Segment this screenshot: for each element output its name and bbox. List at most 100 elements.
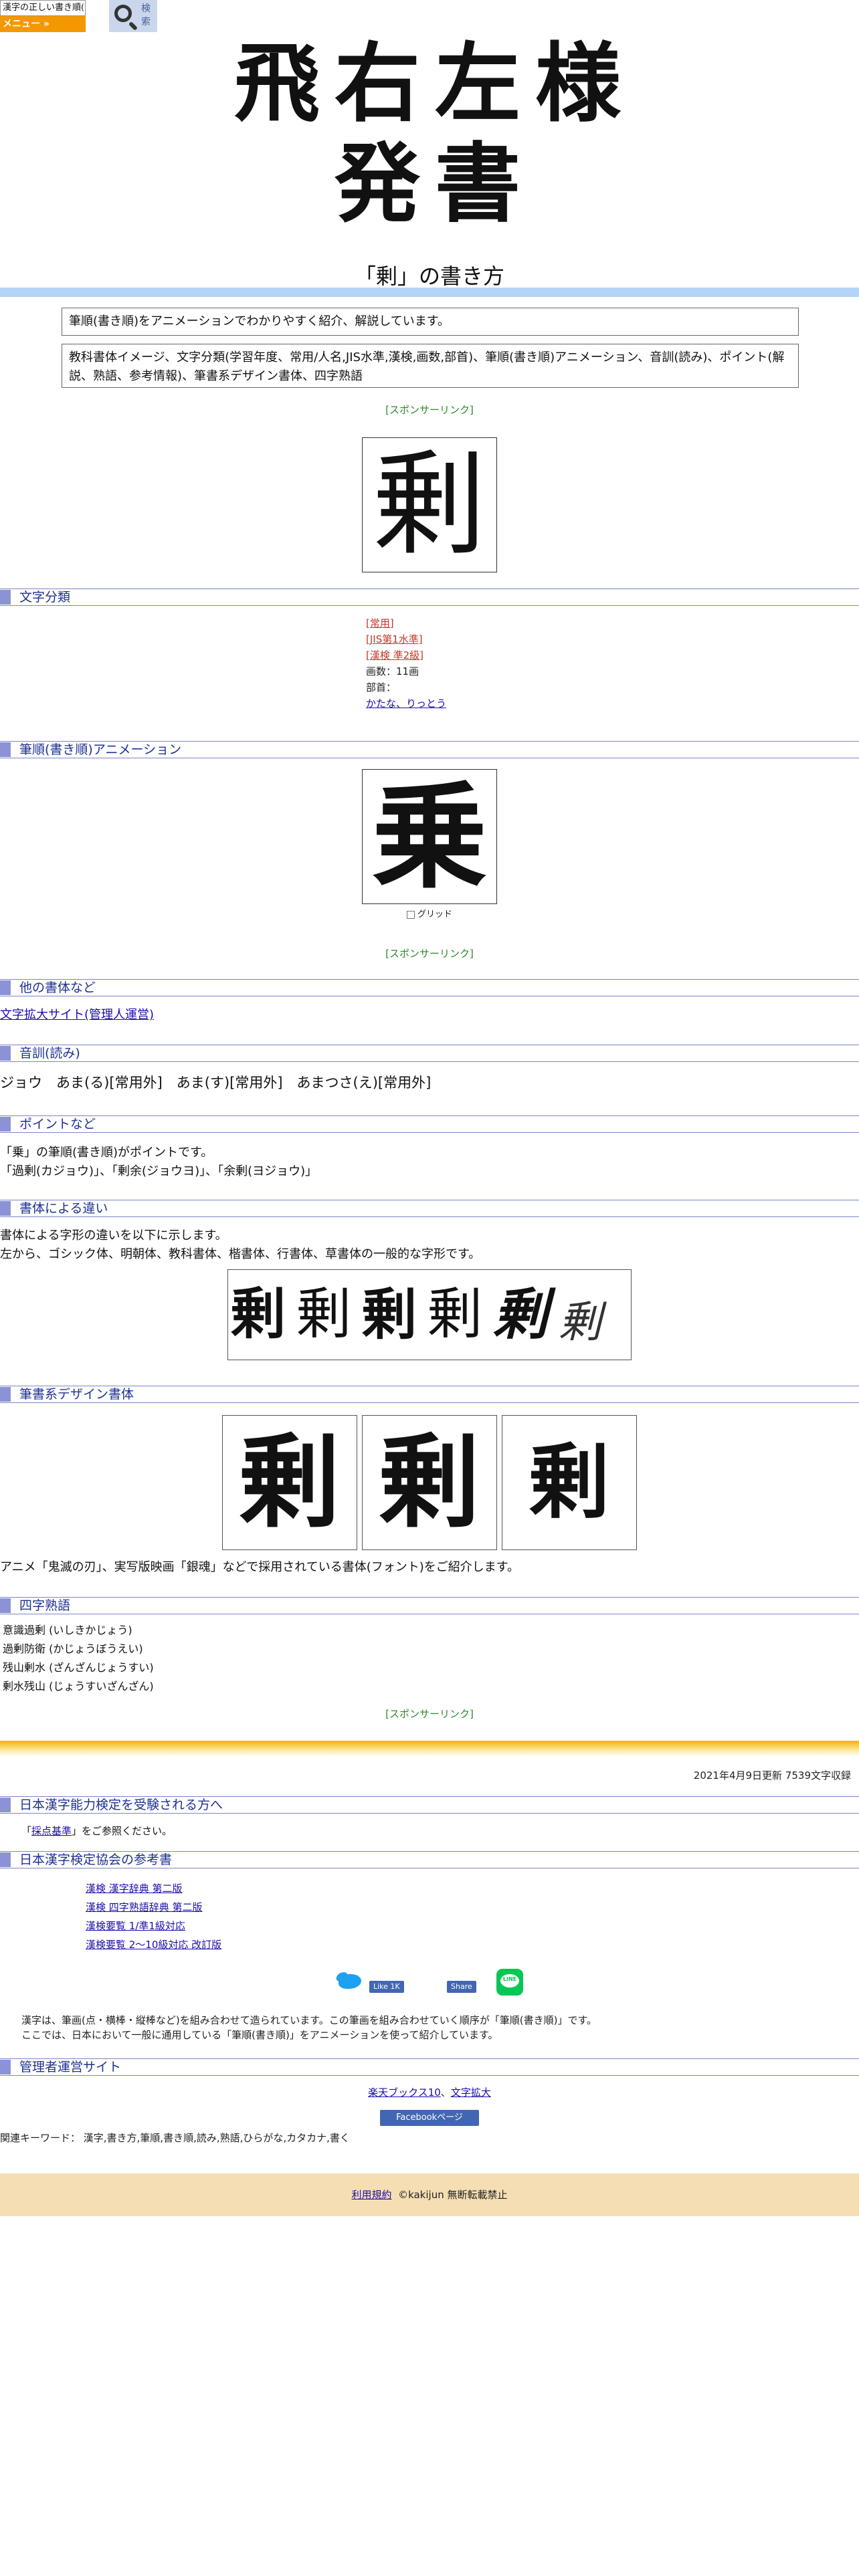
section-marker (0, 1598, 11, 1613)
section-title: 日本漢字能力検定を受験される方へ (19, 1798, 223, 1812)
ref-book-link[interactable]: 漢検要覧 2～10級対応 改訂版 (86, 1939, 221, 1951)
sponsor-label: [スポンサーリンク] (385, 1708, 474, 1720)
section-title: 筆書系デザイン書体 (19, 1387, 134, 1402)
idiom-list: 意識過剰 (いしきかじょう) 過剰防衛 (かじょうぼうえい) 残山剰水 (ざんざ… (3, 1621, 154, 1696)
idiom-item: 意識過剰 (いしきかじょう) (3, 1624, 132, 1636)
design-font-caption: アニメ「鬼滅の刃」、実写版映画「銀魂」などで採用されている書体(フォント)をご紹… (0, 1560, 519, 1574)
grid-label: グリッド (417, 909, 452, 920)
kaisho-sample: 剰 (427, 1283, 483, 1346)
section-title: 文字分類 (19, 590, 71, 605)
section-kanken-takers: 日本漢字能力検定を受験される方へ (0, 1796, 859, 1814)
page-title: 「剰」の書き方 (354, 263, 504, 289)
idiom-item: 残山剰水 (ざんざんじょうすい) (3, 1661, 154, 1674)
section-title: 音訓(読み) (19, 1046, 80, 1061)
facebook-like-button[interactable]: Like 1K (369, 1981, 404, 1993)
explanation: 漢字は、筆画(点・横棒・縦棒など)を組み合わせて造られています。この筆画を組み合… (21, 2013, 838, 2042)
section-title: ポイントなど (19, 1117, 96, 1132)
line-icon[interactable]: LINE (496, 1969, 523, 1996)
title-divider (0, 288, 859, 297)
explanation-line-2: ここでは、日本において一般に通用している「筆順(書き順)」をアニメーションを使っ… (21, 2029, 498, 2041)
section-admin-sites: 管理者運営サイト (0, 2058, 859, 2076)
reference-book-list: 漢検 漢字辞典 第二版 漢検 四字熟語辞典 第二版 漢検要覧 1/準1級対応 漢… (86, 1879, 221, 1954)
joyo-link[interactable]: [常用] (366, 615, 446, 631)
radical-link[interactable]: かたな、りっとう (366, 697, 446, 710)
point-line-1: 「乗」の筆順(書き順)がポイントです。 (0, 1146, 213, 1160)
point-line-2: 「過剰(カジョウ)」、「剰余(ジョウヨ)」、「余剰(ヨジョウ)」 (0, 1164, 318, 1178)
section-marker (0, 1117, 11, 1132)
line-label: LINE (502, 1976, 517, 1982)
textbook-sample: 剰 (362, 1283, 417, 1347)
site-logo[interactable]: 漢字の正しい書き順(筆順) (0, 0, 86, 16)
idiom-item: 剰水残山 (じょうすいざんざん) (3, 1680, 154, 1693)
reading-text: ジョウ あま(る)[常用外] あま(す)[常用外] あまつさ(え)[常用外] (0, 1075, 432, 1091)
section-marker (0, 1852, 11, 1867)
search-button[interactable]: 検索 (109, 0, 157, 32)
rakuten-books-link[interactable]: 楽天ブックス10 (368, 2086, 441, 2099)
gyosho-sample: 剰 (493, 1283, 548, 1347)
explanation-line-1: 漢字は、筆画(点・横棒・縦棒など)を組み合わせて造られています。この筆画を組み合… (21, 2014, 597, 2026)
font-diff-line-1: 書体による字形の違いを以下に示します。 (0, 1228, 227, 1243)
kanken-note: 「採点基準」をご参照ください。 (21, 1825, 173, 1837)
footer-divider (0, 1741, 859, 1757)
search-icon (114, 5, 132, 22)
grid-toggle[interactable]: グリッド (0, 907, 859, 920)
update-info: 2021年4月9日更新 7539文字収録 (693, 1769, 851, 1782)
section-title: 筆順(書き順)アニメーション (19, 742, 182, 757)
zoom-link[interactable]: 文字拡大 (451, 2086, 491, 2099)
radical-label: 部首： (366, 681, 397, 693)
copyright: ©kakijun 無断転載禁止 (398, 2189, 508, 2201)
section-marker (0, 1201, 11, 1216)
intro-summary: 筆順(書き順)をアニメーションでわかりやすく紹介、解説しています。 (62, 308, 799, 336)
stroke-count: 画数：11画 (366, 665, 419, 677)
mincho-sample: 剰 (296, 1283, 352, 1346)
menu-button[interactable]: メニュー » (0, 16, 86, 32)
search-icon-handle (128, 21, 138, 31)
related-keywords: 関連キーワード： 漢字,書き方,筆順,書き順,読み,熟語,ひらがな,カタカナ,書… (0, 2132, 350, 2144)
kanken-link[interactable]: [漢検 準2級] (366, 647, 446, 663)
facebook-page-button[interactable]: Facebookページ (380, 2110, 479, 2126)
classification-list: [常用] [JIS第1水準] [漢検 準2級] 画数：11画 部首： かたな、り… (366, 615, 446, 712)
design-font-1[interactable]: 剰 (222, 1415, 357, 1550)
terms-link[interactable]: 利用規約 (352, 2189, 392, 2201)
font-diff-line-2: 左から、ゴシック体、明朝体、教科書体、楷書体、行書体、草書体の一般的な字形です。 (0, 1247, 481, 1261)
top-bar: 漢字の正しい書き順(筆順) メニュー » 検索 (0, 0, 859, 33)
sosho-sample: 剰 (559, 1298, 601, 1348)
scoring-criteria-link[interactable]: 採点基準 (31, 1825, 72, 1837)
grid-checkbox[interactable] (406, 910, 415, 919)
sponsor-label: [スポンサーリンク] (385, 404, 474, 416)
section-marker (0, 742, 11, 757)
site-title[interactable]: 飛右左様発書 (221, 33, 649, 234)
section-marker (0, 980, 11, 995)
gothic-sample: 剰 (231, 1283, 286, 1346)
section-classification: 文字分類 (0, 588, 859, 606)
section-design-fonts: 筆書系デザイン書体 (0, 1386, 859, 1403)
page-footer: 利用規約 ©kakijun 無断転載禁止 (0, 2173, 859, 2216)
section-marker (0, 1046, 11, 1061)
font-comparison: 剰 剰 剰 剰 剰 剰 (227, 1269, 632, 1360)
section-other-fonts: 他の書体など (0, 979, 859, 996)
admin-links: 楽天ブックス10、文字拡大 (368, 2086, 491, 2099)
section-font-diff: 書体による違い (0, 1200, 859, 1217)
design-font-3[interactable]: 剰 (502, 1415, 637, 1550)
section-marker (0, 1798, 11, 1812)
ref-book-link[interactable]: 漢検要覧 1/準1級対応 (86, 1920, 185, 1932)
textbook-glyph: 剰 (362, 437, 497, 572)
facebook-share-button[interactable]: Share (447, 1981, 476, 1993)
section-title: 四字熟語 (19, 1598, 71, 1613)
section-title: 日本漢字検定協会の参考書 (19, 1852, 173, 1867)
ref-book-link[interactable]: 漢検 漢字辞典 第二版 (86, 1883, 183, 1895)
section-marker (0, 1387, 11, 1402)
idiom-item: 過剰防衛 (かじょうぼうえい) (3, 1642, 143, 1655)
stroke-animation[interactable]: 乗 (362, 769, 497, 904)
section-idioms: 四字熟語 (0, 1597, 859, 1614)
section-points: ポイントなど (0, 1115, 859, 1133)
search-label: 検索 (141, 3, 151, 27)
section-title: 書体による違い (19, 1201, 108, 1216)
jis-link[interactable]: [JIS第1水準] (366, 631, 446, 647)
intro-contents: 教科書体イメージ、文字分類(学習年度、常用/人名,JIS水準,漢検,画数,部首)… (62, 344, 799, 388)
section-title: 他の書体など (19, 980, 96, 995)
design-font-2[interactable]: 剰 (362, 1415, 497, 1550)
twitter-icon[interactable] (335, 1970, 363, 1990)
zoom-site-link[interactable]: 文字拡大サイト(管理人運営) (0, 1008, 154, 1022)
ref-book-link[interactable]: 漢検 四字熟語辞典 第二版 (86, 1901, 203, 1913)
